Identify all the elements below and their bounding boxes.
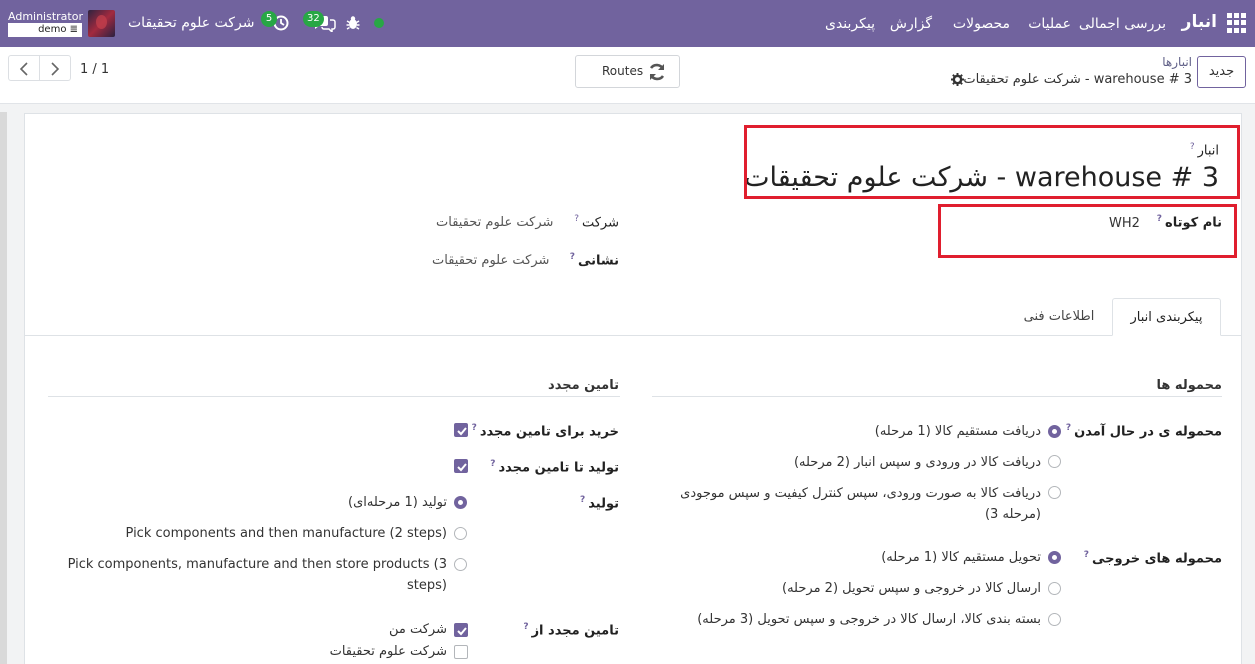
user-avatar[interactable]	[88, 10, 115, 37]
outgoing-1-step-label[interactable]: تحویل مستقیم کالا (1 مرحله)	[881, 550, 1041, 565]
tab-technical-info[interactable]: اطلاعات فنی	[1010, 298, 1108, 336]
manufacture-label: ? تولید	[580, 495, 619, 512]
manufacture-2-step-radio[interactable]	[454, 527, 467, 540]
address-label: ? نشانی	[569, 252, 619, 269]
incoming-1-step-radio[interactable]	[1048, 425, 1061, 438]
incoming-shipments-label: ? محموله ی در حال آمدن	[1065, 423, 1222, 440]
scrollbar[interactable]	[0, 112, 7, 664]
incoming-3-step-radio[interactable]	[1048, 486, 1061, 499]
incoming-1-step-label[interactable]: دریافت مستقیم کالا (1 مرحله)	[875, 424, 1041, 439]
resupply-from-company-checkbox[interactable]	[454, 645, 468, 659]
resupply-section-title: تامین مجدد	[548, 378, 619, 393]
incoming-2-step-label[interactable]: دریافت کالا در ورودی و سپس انبار (2 مرحل…	[794, 455, 1041, 470]
company-label: ? شرکت	[574, 214, 619, 231]
checkmark-icon	[457, 627, 467, 636]
pager-previous-button[interactable]	[8, 55, 40, 81]
chevron-left-icon	[19, 62, 28, 76]
top-navbar: انبار بررسی اجمالی عملیات محصولات گزارش …	[0, 0, 1255, 47]
manufacture-2-step-label[interactable]: Pick components and then manufacture (2 …	[126, 526, 447, 541]
activity-count-badge: 5	[261, 11, 277, 27]
resupply-from-my-company-checkbox[interactable]	[454, 623, 468, 637]
manufacture-1-step-label[interactable]: تولید (1 مرحله‌ای)	[348, 495, 447, 510]
company-switcher[interactable]: شرکت علوم تحقیقات	[128, 15, 254, 31]
apps-menu-icon[interactable]	[1227, 13, 1247, 33]
tab-warehouse-config[interactable]: پیکربندی انبار	[1112, 298, 1221, 336]
manufacture-1-step-radio[interactable]	[454, 496, 467, 509]
shipments-section-title: محموله ها	[1156, 378, 1222, 393]
chevron-right-icon	[51, 62, 60, 76]
menu-configuration[interactable]: پیکربندی	[825, 16, 875, 32]
mto-resupply-label: ? تولید تا تامین مجدد	[490, 459, 619, 476]
user-menu[interactable]: Administrator demo ≣	[8, 10, 83, 38]
incoming-3-step-label-cont[interactable]: (3 مرحله)	[985, 507, 1041, 522]
menu-products[interactable]: محصولات	[953, 16, 1010, 32]
manufacture-3-step-label[interactable]: Pick components, manufacture and then st…	[68, 557, 447, 572]
pager-next-button[interactable]	[39, 55, 71, 81]
outgoing-3-step-radio[interactable]	[1048, 613, 1061, 626]
highlight-box-short-name	[938, 204, 1237, 258]
menu-overview[interactable]: بررسی اجمالی	[1079, 16, 1166, 32]
user-name: Administrator	[8, 10, 83, 23]
buy-resupply-checkbox[interactable]	[454, 423, 468, 437]
debug-bug-icon[interactable]	[346, 15, 360, 31]
routes-button[interactable]: Routes	[575, 55, 680, 88]
chat-count-badge: 32	[303, 11, 324, 27]
mto-resupply-checkbox[interactable]	[454, 459, 468, 473]
incoming-2-step-radio[interactable]	[1048, 455, 1061, 468]
routes-label: Routes	[602, 64, 644, 78]
control-panel: جدید انبارها شرکت علوم تحقیقات - warehou…	[0, 47, 1255, 104]
resupply-from-company-label[interactable]: شرکت علوم تحقیقات	[330, 644, 447, 659]
buy-resupply-label: ? خرید برای تامین مجدد	[471, 423, 619, 440]
app-brand[interactable]: انبار	[1182, 12, 1217, 32]
pager-value[interactable]: 1 / 1	[80, 62, 109, 77]
menu-reporting[interactable]: گزارش	[890, 16, 932, 32]
outgoing-shipments-label: ? محموله های خروجی	[1083, 550, 1222, 567]
breadcrumb-current: شرکت علوم تحقیقات - warehouse # 3	[963, 72, 1192, 87]
address-field[interactable]: شرکت علوم تحقیقات	[432, 253, 549, 268]
refresh-icon	[649, 63, 665, 81]
checkmark-icon	[457, 463, 467, 472]
resupply-divider	[48, 396, 620, 397]
outgoing-2-step-radio[interactable]	[1048, 582, 1061, 595]
database-name: demo ≣	[8, 23, 82, 37]
outgoing-3-step-label[interactable]: بسته بندی کالا، ارسال کالا در خروجی و سپ…	[697, 612, 1041, 627]
manufacture-3-step-label-cont[interactable]: steps)	[407, 578, 447, 593]
incoming-3-step-label[interactable]: دریافت کالا به صورت ورودی، سپس کنترل کیف…	[680, 486, 1041, 501]
breadcrumb-parent[interactable]: انبارها	[1162, 55, 1192, 69]
highlight-box-name	[744, 125, 1240, 199]
outgoing-2-step-label[interactable]: ارسال کالا در خروجی و سپس تحویل (2 مرحله…	[782, 581, 1041, 596]
resupply-from-label: ? تامین مجدد از	[523, 622, 619, 639]
online-status-icon	[374, 18, 384, 28]
outgoing-1-step-radio[interactable]	[1048, 551, 1061, 564]
new-button[interactable]: جدید	[1197, 56, 1246, 88]
menu-operations[interactable]: عملیات	[1028, 16, 1071, 32]
company-field[interactable]: شرکت علوم تحقیقات	[436, 215, 553, 230]
gear-icon[interactable]	[951, 73, 964, 86]
manufacture-3-step-radio[interactable]	[454, 558, 467, 571]
checkmark-icon	[457, 427, 467, 436]
resupply-from-my-company-label[interactable]: شرکت من	[389, 622, 447, 637]
shipments-divider	[652, 396, 1222, 397]
